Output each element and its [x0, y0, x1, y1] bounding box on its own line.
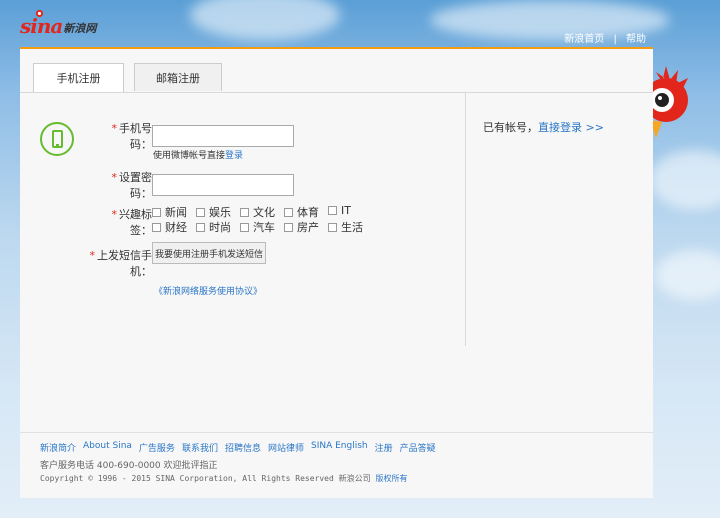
- customer-service-text: 客户服务电话 400-690-0000 欢迎批评指正: [40, 461, 218, 471]
- footer-link-english[interactable]: SINA English: [311, 441, 368, 454]
- tag-checkbox[interactable]: 汽车: [240, 219, 275, 235]
- checkbox[interactable]: [152, 222, 161, 232]
- send-sms-button[interactable]: 我要使用注册手机发送短信: [152, 242, 266, 264]
- checkbox[interactable]: [328, 206, 337, 215]
- tag-checkbox[interactable]: 新闻: [152, 204, 187, 220]
- interests-label: * 兴趣标签：: [111, 208, 153, 237]
- sms-label: * 上发短信手机：: [89, 249, 153, 278]
- phone-input[interactable]: [152, 125, 294, 147]
- footer-link-register[interactable]: 注册: [375, 441, 393, 454]
- checkbox[interactable]: [152, 207, 161, 217]
- checkbox[interactable]: [328, 222, 337, 232]
- tag-checkbox[interactable]: 体育: [284, 204, 319, 220]
- register-tabs: 手机注册 邮箱注册: [33, 63, 232, 92]
- interests-row: * 兴趣标签：: [94, 206, 153, 238]
- top-nav: 新浪首页 | 帮助: [564, 30, 646, 45]
- tag-checkbox[interactable]: IT: [328, 204, 351, 217]
- copyright: Copyright © 1996 - 2015 SINA Corporation…: [40, 474, 408, 483]
- tag-checkbox[interactable]: 时尚: [196, 219, 231, 235]
- help-link[interactable]: 帮助: [626, 34, 646, 45]
- footer-link-lawyer[interactable]: 网站律师: [268, 441, 304, 454]
- tag-checkbox[interactable]: 生活: [328, 219, 363, 235]
- password-input[interactable]: [152, 174, 294, 196]
- tab-divider: [20, 92, 653, 93]
- tab-phone-register[interactable]: 手机注册: [33, 63, 124, 92]
- header: sina 新浪网 新浪首页 | 帮助: [0, 0, 720, 48]
- footer-link-contact[interactable]: 联系我们: [182, 441, 218, 454]
- service-agreement-link[interactable]: 《新浪网络服务使用协议》: [154, 284, 262, 297]
- checkbox[interactable]: [196, 222, 205, 232]
- copyright-link[interactable]: 版权所有: [375, 474, 407, 483]
- logo-eye-icon: [35, 9, 44, 18]
- footer-links: 新浪简介 About Sina 广告服务 联系我们 招聘信息 网站律师 SINA…: [40, 441, 443, 454]
- footer-link-ads[interactable]: 广告服务: [139, 441, 175, 454]
- footer-link-about[interactable]: 新浪简介: [40, 441, 76, 454]
- password-label: * 设置密码：: [111, 171, 153, 200]
- checkbox[interactable]: [196, 207, 205, 217]
- tab-email-register[interactable]: 邮箱注册: [134, 63, 222, 91]
- phone-label: * 手机号码：: [111, 122, 153, 151]
- footer-link-jobs[interactable]: 招聘信息: [225, 441, 261, 454]
- footer-link-about-sina[interactable]: About Sina: [83, 441, 132, 454]
- nav-separator: |: [613, 34, 617, 45]
- background-cloud: [650, 150, 720, 210]
- mobile-phone-icon: [40, 122, 74, 156]
- footer-divider: [20, 432, 653, 433]
- sms-row: * 上发短信手机：: [68, 247, 153, 279]
- tag-checkbox[interactable]: 财经: [152, 219, 187, 235]
- footer-link-faq[interactable]: 产品答疑: [400, 441, 436, 454]
- weibo-login-link[interactable]: 登录: [225, 151, 243, 161]
- tag-checkbox[interactable]: 娱乐: [196, 204, 231, 220]
- logo-cn-text: 新浪网: [63, 22, 97, 35]
- checkbox[interactable]: [240, 222, 249, 232]
- background-cloud: [655, 250, 720, 300]
- checkbox[interactable]: [284, 207, 293, 217]
- direct-login-link[interactable]: 直接登录 >>: [538, 121, 604, 134]
- phone-button: [56, 144, 59, 146]
- column-divider: [465, 93, 466, 346]
- sina-logo[interactable]: sina 新浪网: [20, 9, 97, 38]
- password-row: * 设置密码：: [94, 169, 294, 201]
- tag-checkbox[interactable]: 文化: [240, 204, 275, 220]
- checkbox[interactable]: [240, 207, 249, 217]
- sina-home-link[interactable]: 新浪首页: [564, 34, 604, 45]
- checkbox[interactable]: [284, 222, 293, 232]
- phone-hint: 使用微博帐号直接登录: [153, 151, 244, 161]
- register-card: 手机注册 邮箱注册 * 手机号码： 使用微博帐号直接登录 * 设置密码： * 兴趣标签…: [20, 47, 653, 498]
- existing-account: 已有帐号，直接登录 >>: [483, 121, 604, 134]
- tag-checkbox[interactable]: 房产: [284, 219, 319, 235]
